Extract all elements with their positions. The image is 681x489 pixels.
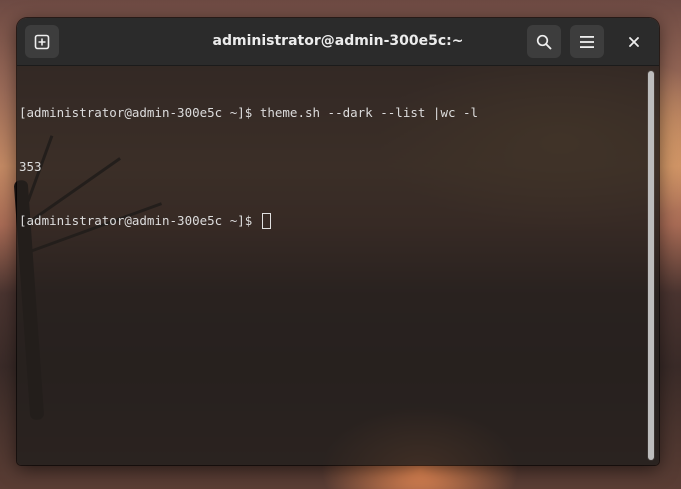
command-text: theme.sh --dark --list |wc -l bbox=[259, 105, 479, 120]
new-tab-button[interactable] bbox=[25, 25, 59, 58]
command-output: 353 bbox=[19, 159, 42, 174]
terminal-content[interactable]: [administrator@admin-300e5c ~]$ theme.sh… bbox=[17, 66, 659, 465]
close-button[interactable] bbox=[617, 25, 651, 58]
hamburger-menu-icon bbox=[580, 35, 594, 48]
terminal-line: 353 bbox=[19, 158, 639, 176]
search-icon bbox=[536, 34, 552, 49]
headerbar: administrator@admin-300e5c:~ bbox=[17, 18, 659, 66]
shell-prompt: [administrator@admin-300e5c ~]$ bbox=[19, 105, 260, 120]
scrollbar-thumb[interactable] bbox=[648, 71, 654, 460]
desktop-wallpaper: administrator@admin-300e5c:~ [administra… bbox=[0, 0, 681, 489]
terminal-window: administrator@admin-300e5c:~ [administra… bbox=[17, 18, 659, 465]
close-icon bbox=[629, 36, 639, 47]
window-title: administrator@admin-300e5c:~ bbox=[212, 33, 464, 49]
terminal-line: [administrator@admin-300e5c ~]$ theme.sh… bbox=[19, 104, 639, 122]
terminal-line: [administrator@admin-300e5c ~]$ bbox=[19, 212, 639, 230]
new-tab-icon bbox=[34, 34, 50, 49]
shell-prompt: [administrator@admin-300e5c ~]$ bbox=[19, 213, 260, 228]
menu-button[interactable] bbox=[570, 25, 604, 58]
text-cursor bbox=[261, 213, 271, 229]
scrollbar[interactable] bbox=[647, 70, 655, 461]
search-button[interactable] bbox=[527, 25, 561, 58]
terminal-output: [administrator@admin-300e5c ~]$ theme.sh… bbox=[19, 68, 639, 266]
